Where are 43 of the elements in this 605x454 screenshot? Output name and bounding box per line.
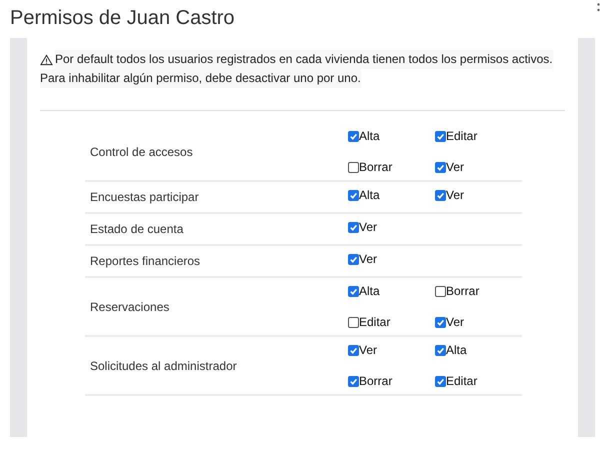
checkbox[interactable]: [435, 190, 446, 200]
permission-label: Editar: [446, 373, 478, 390]
checkbox[interactable]: [435, 316, 446, 328]
module-name: Solicitudes al administrador: [90, 358, 237, 374]
permission-label: Borrar: [359, 373, 392, 390]
page-title: Permisos de Juan Castro: [10, 6, 235, 31]
module-name: Reportes financieros: [90, 253, 200, 270]
module-name: Reservaciones: [90, 298, 170, 316]
permission-label: Alta: [446, 342, 467, 359]
permission-label: Ver: [446, 187, 464, 204]
checkbox[interactable]: [348, 344, 359, 356]
checkbox[interactable]: [348, 376, 359, 386]
permission-label: Ver: [359, 342, 378, 359]
checkbox[interactable]: [348, 190, 359, 200]
checkbox[interactable]: [348, 316, 359, 328]
notice-text: Para inhabilitar algún permiso, debe desactivar uno por uno.: [40, 69, 361, 88]
permission-label: Editar: [359, 314, 390, 331]
checkbox[interactable]: [435, 130, 446, 142]
checkbox[interactable]: [348, 162, 359, 172]
permission-label: Alta: [359, 128, 380, 145]
permission-label: Alta: [359, 187, 380, 204]
checkbox[interactable]: [348, 254, 359, 264]
checkbox[interactable]: [435, 376, 446, 386]
checkbox[interactable]: [435, 344, 446, 356]
permission-label: Borrar: [359, 159, 392, 176]
permission-label: Ver: [446, 314, 464, 331]
permission-label: Ver: [446, 159, 464, 176]
checkbox[interactable]: [348, 286, 359, 296]
checkbox[interactable]: [348, 222, 359, 232]
checkbox[interactable]: [348, 130, 359, 142]
permission-label: Alta: [359, 283, 380, 300]
notice-text: Por default todos los usuarios registrados en cada vivienda tienen todos los permisos activos.: [55, 50, 553, 69]
module-name: Control de accesos: [90, 144, 193, 160]
permission-label: Ver: [359, 219, 378, 236]
warning-icon: [40, 54, 53, 66]
permission-label: Editar: [446, 128, 478, 145]
permission-label: Borrar: [446, 283, 480, 300]
module-name: Estado de cuenta: [90, 221, 184, 238]
module-name: Encuestas participar: [90, 189, 199, 206]
more-options-icon[interactable]: [597, 3, 600, 13]
checkbox[interactable]: [435, 286, 446, 296]
permission-label: Ver: [359, 251, 378, 268]
checkbox[interactable]: [435, 162, 446, 172]
